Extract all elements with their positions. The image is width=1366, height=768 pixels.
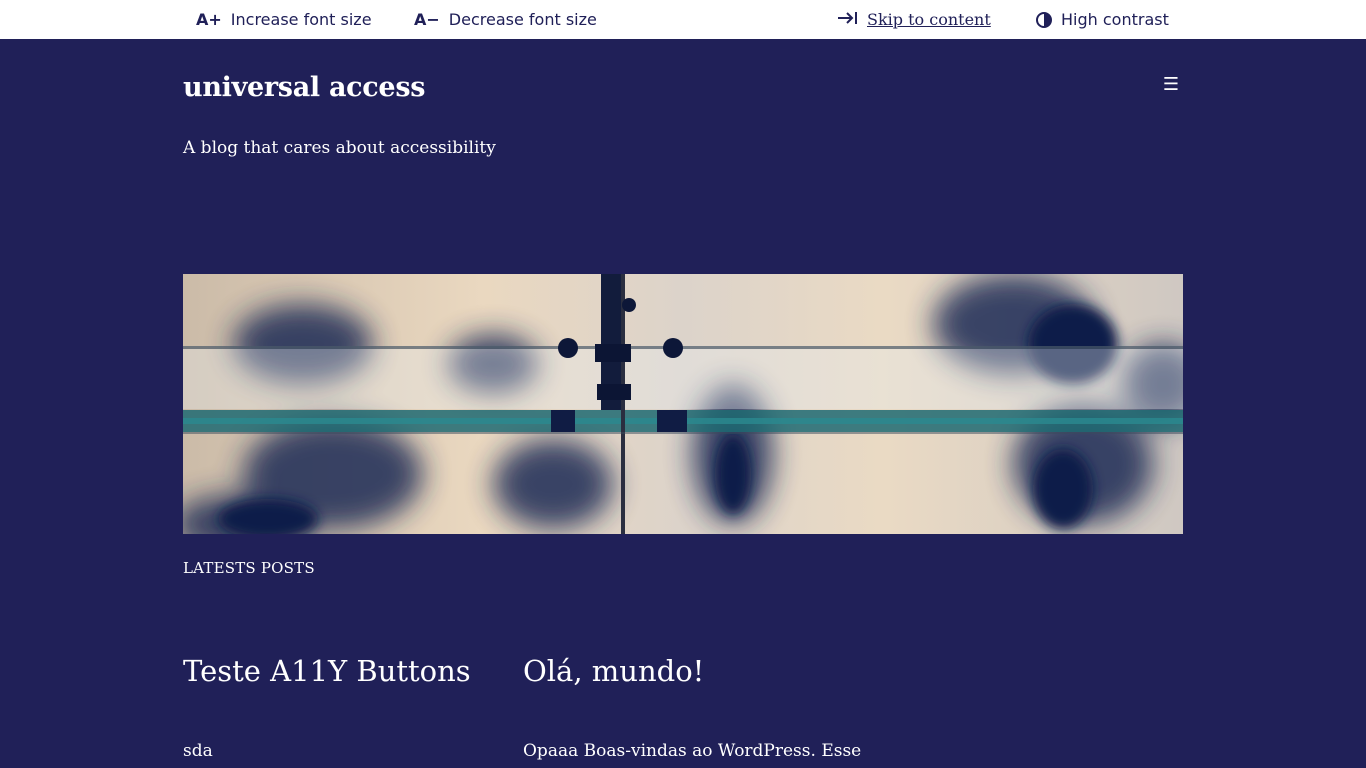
skip-to-content-link[interactable]: Skip to content (837, 0, 991, 39)
post-excerpt: sda (183, 741, 213, 761)
menu-button[interactable]: ☰ (1158, 71, 1184, 97)
high-contrast-label: High contrast (1061, 10, 1169, 29)
decrease-font-size-button[interactable]: A− Decrease font size (414, 0, 597, 39)
site-tagline: A blog that cares about accessibility (183, 138, 496, 158)
text-size-decrease-icon: A− (414, 10, 440, 29)
skip-arrow-icon (837, 10, 858, 29)
post-title-link[interactable]: Olá, mundo! (523, 652, 704, 690)
site-title[interactable]: universal access (183, 72, 425, 103)
high-contrast-button[interactable]: High contrast (1036, 0, 1169, 39)
post-excerpt: Opaaa Boas-vindas ao WordPress. Esse (523, 741, 862, 761)
skip-to-content-label: Skip to content (867, 10, 991, 29)
post-card: Olá, mundo! Opaaa Boas-vindas ao WordPre… (523, 652, 861, 761)
accessibility-toolbar: A+ Increase font size A− Decrease font s… (0, 0, 1366, 39)
increase-font-size-button[interactable]: A+ Increase font size (196, 0, 372, 39)
contrast-icon (1036, 11, 1052, 28)
decrease-font-size-label: Decrease font size (448, 10, 597, 29)
increase-font-size-label: Increase font size (230, 10, 372, 29)
header-image (183, 274, 1183, 534)
hamburger-menu-icon: ☰ (1162, 73, 1180, 95)
header-image-graphic (183, 274, 1183, 534)
text-size-increase-icon: A+ (196, 10, 222, 29)
post-title-link[interactable]: Teste A11Y Buttons (183, 652, 471, 690)
section-heading: LATESTS POSTS (183, 559, 315, 577)
post-card: Teste A11Y Buttons sda (183, 652, 471, 761)
